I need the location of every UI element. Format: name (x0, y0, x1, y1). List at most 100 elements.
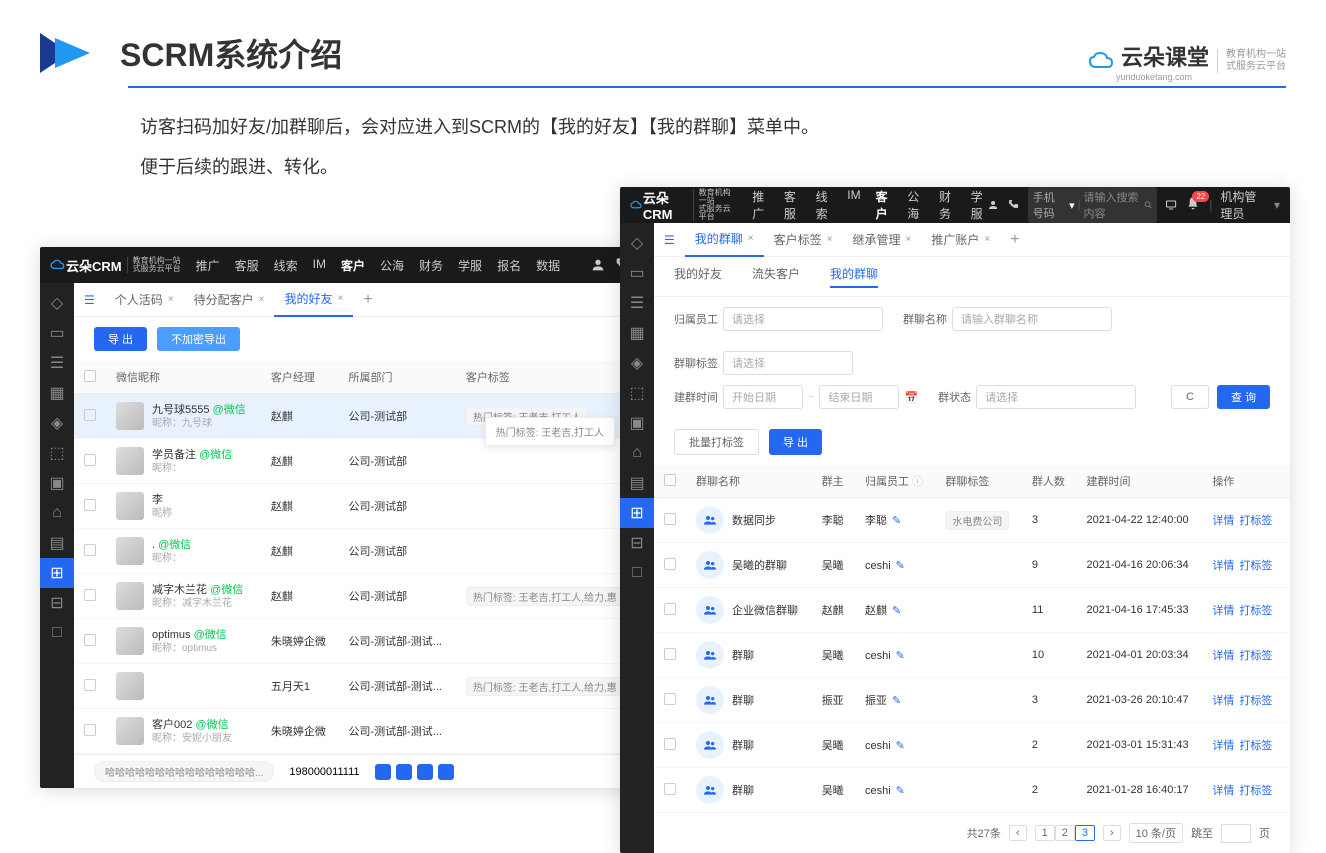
row-checkbox[interactable] (664, 558, 676, 570)
table-row[interactable]: 五月天1 公司-测试部-测试... 热门标签: 王老吉,打工人,给力,惠 (74, 664, 640, 709)
edit-icon[interactable]: ✎ (892, 515, 901, 527)
page-number[interactable]: 3 (1075, 825, 1095, 841)
table-row[interactable]: 客户002 @微信昵称：安妮小朋友 朱晓婷企微 公司-测试部-测试... (74, 709, 640, 754)
detail-link[interactable]: 详情 (1212, 740, 1234, 752)
nav-item[interactable]: 数据 (536, 257, 560, 274)
sidebar-item[interactable]: ▭ (620, 258, 654, 288)
tag-link[interactable]: 打标签 (1239, 695, 1272, 707)
detail-link[interactable]: 详情 (1212, 785, 1234, 797)
filter-groupname-input[interactable]: 请输入群聊名称 (952, 307, 1112, 331)
sidebar-item[interactable]: ⊞ (620, 498, 654, 528)
row-checkbox[interactable] (664, 648, 676, 660)
sidebar-item[interactable]: ▦ (620, 318, 654, 348)
sidebar-item[interactable]: □ (620, 558, 654, 588)
tab-close-icon[interactable]: × (984, 234, 990, 245)
row-checkbox[interactable] (664, 513, 676, 525)
page-prev[interactable]: ‹ (1009, 825, 1027, 841)
search-box[interactable]: 手机号码▾ | 请输入搜索内容 (1028, 187, 1158, 223)
nav-item[interactable]: IM (847, 188, 860, 222)
sidebar-item[interactable]: ⊟ (40, 588, 74, 618)
row-checkbox[interactable] (84, 499, 96, 511)
filter-grouptag-input[interactable]: 请选择 (723, 351, 853, 375)
table-row[interactable]: 数据同步 李聪 李聪✎ 水电费公司 3 2021-04-22 12:40:00 … (654, 498, 1290, 543)
edit-icon[interactable]: ✎ (896, 785, 905, 797)
edit-icon[interactable]: ✎ (896, 650, 905, 662)
sidebar-item[interactable]: ◇ (620, 228, 654, 258)
search-icon[interactable] (1144, 199, 1153, 211)
nav-item[interactable]: 客服 (235, 257, 259, 274)
nav-item[interactable]: IM (313, 257, 326, 274)
page-number[interactable]: 2 (1055, 825, 1075, 841)
sidebar-item[interactable]: ◇ (40, 288, 74, 318)
nav-item[interactable]: 公海 (907, 188, 924, 222)
sidebar-item[interactable]: ☰ (40, 348, 74, 378)
row-checkbox[interactable] (84, 634, 96, 646)
row-checkbox[interactable] (664, 693, 676, 705)
row-checkbox[interactable] (664, 783, 676, 795)
tag-link[interactable]: 打标签 (1239, 605, 1272, 617)
tab-close-icon[interactable]: × (827, 234, 833, 245)
user-icon[interactable] (590, 257, 606, 273)
table-row[interactable]: . @微信昵称： 赵麒 公司-测试部 (74, 529, 640, 574)
phone-icon[interactable] (1007, 197, 1019, 213)
sidebar-item[interactable]: ▭ (40, 318, 74, 348)
tag-link[interactable]: 打标签 (1239, 740, 1272, 752)
row-checkbox[interactable] (84, 454, 96, 466)
filter-status-input[interactable]: 请选择 (976, 385, 1136, 409)
sidebar-item[interactable]: ⊟ (620, 528, 654, 558)
tab-close-icon[interactable]: × (906, 234, 912, 245)
sidebar-item[interactable]: ⊞ (40, 558, 74, 588)
sidebar-item[interactable]: ▣ (620, 408, 654, 438)
row-checkbox[interactable] (664, 738, 676, 750)
sidebar-item[interactable]: ☰ (620, 288, 654, 318)
tab[interactable]: 待分配客户× (184, 283, 275, 317)
menu-toggle-icon[interactable]: ☰ (664, 233, 675, 247)
tag-link[interactable]: 打标签 (1239, 560, 1272, 572)
nav-item[interactable]: 客户 (341, 257, 365, 274)
table-row[interactable]: 群聊 吴曦 ceshi✎ 10 2021-04-01 20:03:34 详情打标… (654, 633, 1290, 678)
tag-link[interactable]: 打标签 (1239, 785, 1272, 797)
tab[interactable]: 我的好友× (274, 283, 353, 317)
checkbox-all[interactable] (84, 370, 96, 382)
notification-icon[interactable] (1185, 196, 1201, 215)
nav-item[interactable]: 学服 (971, 188, 988, 222)
edit-icon[interactable]: ✎ (896, 740, 905, 752)
sub-tab[interactable]: 我的群聊 (830, 265, 878, 288)
sidebar-item[interactable]: ⬚ (620, 378, 654, 408)
reset-button[interactable]: C (1171, 385, 1209, 409)
contact-icon-4[interactable] (438, 764, 454, 780)
sidebar-item[interactable]: ⌂ (40, 498, 74, 528)
menu-toggle-icon[interactable]: ☰ (84, 293, 95, 307)
sidebar-item[interactable]: ⬚ (40, 438, 74, 468)
sidebar-item[interactable]: ▣ (40, 468, 74, 498)
nav-item[interactable]: 报名 (497, 257, 521, 274)
tag-link[interactable]: 打标签 (1239, 650, 1272, 662)
no-encrypt-export-button[interactable]: 不加密导出 (157, 327, 240, 351)
end-date-input[interactable]: 结束日期 (819, 385, 899, 409)
app-logo[interactable]: 云朵CRM 教育机构一站式服务云平台 (50, 256, 181, 275)
table-row[interactable]: 群聊 振亚 振亚✎ 3 2021-03-26 20:10:47 详情打标签 (654, 678, 1290, 723)
table-row[interactable]: 李 昵称 赵麒 公司-测试部 (74, 484, 640, 529)
tab-close-icon[interactable]: × (338, 293, 344, 304)
table-row[interactable]: 吴曦的群聊 吴曦 ceshi✎ 9 2021-04-16 20:06:34 详情… (654, 543, 1290, 588)
page-jump-input[interactable] (1221, 824, 1251, 843)
filter-owner-input[interactable]: 请选择 (723, 307, 883, 331)
sidebar-item[interactable]: ◈ (40, 408, 74, 438)
edit-icon[interactable]: ✎ (896, 560, 905, 572)
contact-icon-1[interactable] (375, 764, 391, 780)
nav-item[interactable]: 线索 (274, 257, 298, 274)
sidebar-item[interactable]: ▤ (620, 468, 654, 498)
table-row[interactable]: 群聊 吴曦 ceshi✎ 2 2021-03-01 15:31:43 详情打标签 (654, 723, 1290, 768)
row-checkbox[interactable] (84, 589, 96, 601)
detail-link[interactable]: 详情 (1212, 650, 1234, 662)
table-row[interactable]: 群聊 吴曦 ceshi✎ 2 2021-01-28 16:40:17 详情打标签 (654, 768, 1290, 813)
edit-icon[interactable]: ✎ (892, 695, 901, 707)
sidebar-item[interactable]: ▦ (40, 378, 74, 408)
tab[interactable]: 继承管理× (842, 223, 921, 257)
page-number[interactable]: 1 (1035, 825, 1055, 841)
row-checkbox[interactable] (664, 603, 676, 615)
export-button[interactable]: 导 出 (769, 429, 822, 455)
edit-icon[interactable]: ✎ (892, 605, 901, 617)
monitor-icon[interactable] (1165, 197, 1177, 213)
nav-item[interactable]: 学服 (458, 257, 482, 274)
